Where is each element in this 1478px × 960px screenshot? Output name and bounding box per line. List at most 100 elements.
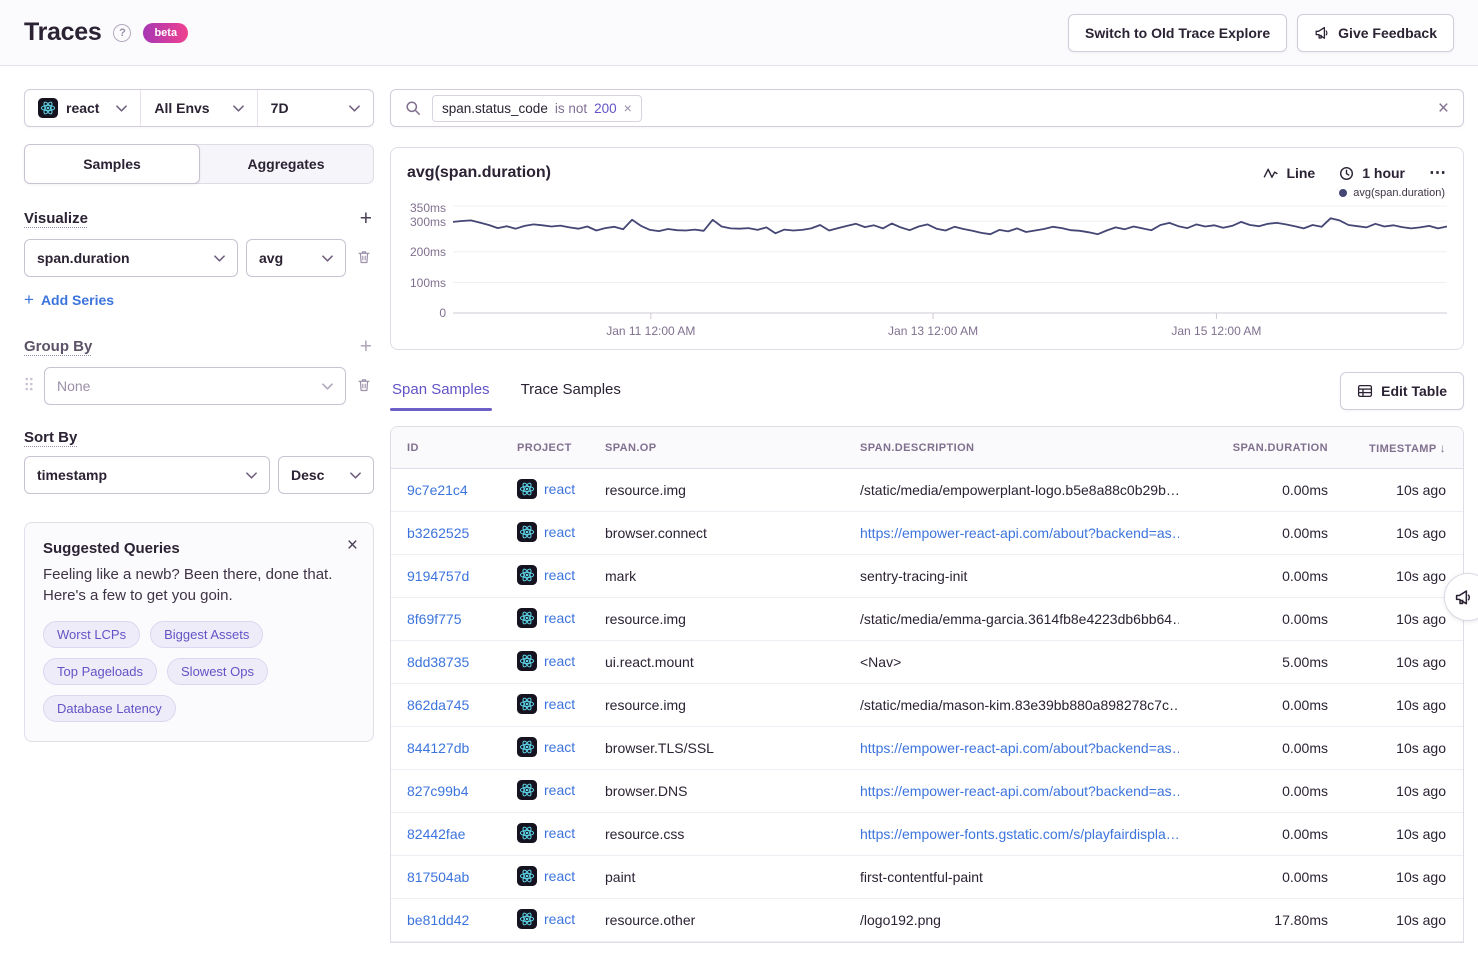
span-op-cell: resource.css xyxy=(589,826,844,842)
tab-trace-samples[interactable]: Trace Samples xyxy=(519,371,623,411)
project-cell[interactable]: react xyxy=(517,909,575,929)
span-description-cell[interactable]: https://empower-react-api.com/about?back… xyxy=(844,525,1179,541)
span-id-link[interactable]: 844127db xyxy=(407,740,469,756)
column-header-span-duration[interactable]: SPAN.DURATION xyxy=(1179,442,1345,454)
visualize-aggregate-select[interactable]: avg xyxy=(246,239,346,277)
drag-handle-icon[interactable] xyxy=(24,376,36,397)
project-link[interactable]: react xyxy=(544,911,575,927)
chart-menu-icon[interactable]: ⋯ xyxy=(1429,163,1447,183)
project-link[interactable]: react xyxy=(544,567,575,583)
project-link[interactable]: react xyxy=(544,481,575,497)
span-description-cell[interactable]: /logo192.png xyxy=(844,912,1179,928)
column-header-id[interactable]: ID xyxy=(391,442,501,454)
span-timestamp-cell[interactable]: 10s ago xyxy=(1396,869,1446,885)
column-header-span-description[interactable]: SPAN.DESCRIPTION xyxy=(844,442,1179,454)
span-description-cell[interactable]: https://empower-react-api.com/about?back… xyxy=(844,740,1179,756)
visualize-field-select[interactable]: span.duration xyxy=(24,239,238,277)
span-id-link[interactable]: 827c99b4 xyxy=(407,783,469,799)
tab-samples[interactable]: Samples xyxy=(24,144,200,184)
project-cell[interactable]: react xyxy=(517,780,575,800)
span-id-link[interactable]: 817504ab xyxy=(407,869,469,885)
span-id-link[interactable]: 862da745 xyxy=(407,697,469,713)
span-timestamp-cell[interactable]: 10s ago xyxy=(1396,826,1446,842)
span-timestamp-cell[interactable]: 10s ago xyxy=(1396,482,1446,498)
tab-span-samples[interactable]: Span Samples xyxy=(390,371,492,411)
project-link[interactable]: react xyxy=(544,524,575,540)
filter-token[interactable]: span.status_code is not 200 × xyxy=(432,95,642,122)
edit-table-button[interactable]: Edit Table xyxy=(1340,372,1464,410)
project-cell[interactable]: react xyxy=(517,651,575,671)
date-range-picker[interactable]: 7D xyxy=(257,90,373,126)
project-cell[interactable]: react xyxy=(517,522,575,542)
group-by-select[interactable]: None xyxy=(44,367,346,405)
project-cell[interactable]: react xyxy=(517,479,575,499)
span-id-link[interactable]: 9194757d xyxy=(407,568,469,584)
project-cell[interactable]: react xyxy=(517,565,575,585)
tab-aggregates[interactable]: Aggregates xyxy=(199,145,373,183)
help-icon[interactable]: ? xyxy=(113,24,131,42)
sort-field-select[interactable]: timestamp xyxy=(24,456,270,494)
project-cell[interactable]: react xyxy=(517,694,575,714)
chart-type-button[interactable]: Line xyxy=(1263,165,1315,181)
span-id-link[interactable]: 9c7e21c4 xyxy=(407,482,468,498)
span-description-cell[interactable]: first-contentful-paint xyxy=(844,869,1179,885)
clear-search-icon[interactable]: × xyxy=(1438,99,1449,118)
project-cell[interactable]: react xyxy=(517,737,575,757)
span-timestamp-cell[interactable]: 10s ago xyxy=(1396,783,1446,799)
switch-old-trace-explore-button[interactable]: Switch to Old Trace Explore xyxy=(1068,14,1287,52)
span-id-link[interactable]: be81dd42 xyxy=(407,912,469,928)
suggested-query-chip[interactable]: Worst LCPs xyxy=(43,621,140,648)
delete-series-button[interactable] xyxy=(354,247,374,270)
span-timestamp-cell[interactable]: 10s ago xyxy=(1396,740,1446,756)
search-bar[interactable]: span.status_code is not 200 × × xyxy=(390,89,1464,127)
sort-direction-select[interactable]: Desc xyxy=(278,456,374,494)
span-id-link[interactable]: b3262525 xyxy=(407,525,469,541)
x-tick: Jan 13 12:00 AM xyxy=(888,324,978,338)
span-description-cell[interactable]: https://empower-fonts.gstatic.com/s/play… xyxy=(844,826,1179,842)
suggested-query-chip[interactable]: Top Pageloads xyxy=(43,658,157,685)
span-description-cell[interactable]: <Nav> xyxy=(844,654,1179,670)
column-header-timestamp[interactable]: TIMESTAMP↓ xyxy=(1345,441,1463,455)
project-link[interactable]: react xyxy=(544,696,575,712)
project-link[interactable]: react xyxy=(544,610,575,626)
remove-filter-icon[interactable]: × xyxy=(624,100,632,116)
span-timestamp-cell[interactable]: 10s ago xyxy=(1396,525,1446,541)
suggested-query-chip[interactable]: Biggest Assets xyxy=(150,621,263,648)
add-visualize-button[interactable]: + xyxy=(360,208,372,229)
project-link[interactable]: react xyxy=(544,782,575,798)
span-id-link[interactable]: 8f69f775 xyxy=(407,611,462,627)
span-description-cell[interactable]: /static/media/emma-garcia.3614fb8e4223db… xyxy=(844,611,1179,627)
delete-group-by-button[interactable] xyxy=(354,375,374,398)
column-header-project[interactable]: PROJECT xyxy=(501,442,589,454)
span-id-link[interactable]: 82442fae xyxy=(407,826,465,842)
suggested-query-chip[interactable]: Database Latency xyxy=(43,695,176,722)
suggested-query-chip[interactable]: Slowest Ops xyxy=(167,658,268,685)
project-cell[interactable]: react xyxy=(517,866,575,886)
span-description-cell[interactable]: https://empower-react-api.com/about?back… xyxy=(844,783,1179,799)
span-timestamp-cell[interactable]: 10s ago xyxy=(1396,697,1446,713)
span-description-cell[interactable]: sentry-tracing-init xyxy=(844,568,1179,584)
project-link[interactable]: react xyxy=(544,653,575,669)
project-picker[interactable]: react xyxy=(25,90,140,126)
column-header-span-op[interactable]: SPAN.OP xyxy=(589,442,844,454)
interval-button[interactable]: 1 hour xyxy=(1339,165,1405,181)
span-timestamp-cell[interactable]: 10s ago xyxy=(1396,568,1446,584)
add-series-button[interactable]: + Add Series xyxy=(24,290,114,310)
chart-card: avg(span.duration) Line 1 hour ⋯ avg(spa… xyxy=(390,147,1464,350)
line-chart[interactable] xyxy=(453,203,1447,321)
project-cell[interactable]: react xyxy=(517,823,575,843)
project-link[interactable]: react xyxy=(544,868,575,884)
give-feedback-button[interactable]: Give Feedback xyxy=(1297,14,1454,52)
project-cell[interactable]: react xyxy=(517,608,575,628)
span-timestamp-cell[interactable]: 10s ago xyxy=(1396,912,1446,928)
project-link[interactable]: react xyxy=(544,739,575,755)
close-icon[interactable]: × xyxy=(347,536,358,555)
environment-picker[interactable]: All Envs xyxy=(140,90,256,126)
project-link[interactable]: react xyxy=(544,825,575,841)
span-timestamp-cell[interactable]: 10s ago xyxy=(1396,654,1446,670)
span-description-cell[interactable]: /static/media/mason-kim.83e39bb880a89827… xyxy=(844,697,1179,713)
span-timestamp-cell[interactable]: 10s ago xyxy=(1396,611,1446,627)
span-description-cell[interactable]: /static/media/empowerplant-logo.b5e8a88c… xyxy=(844,482,1179,498)
span-id-link[interactable]: 8dd38735 xyxy=(407,654,469,670)
add-group-by-button[interactable]: + xyxy=(360,336,372,357)
